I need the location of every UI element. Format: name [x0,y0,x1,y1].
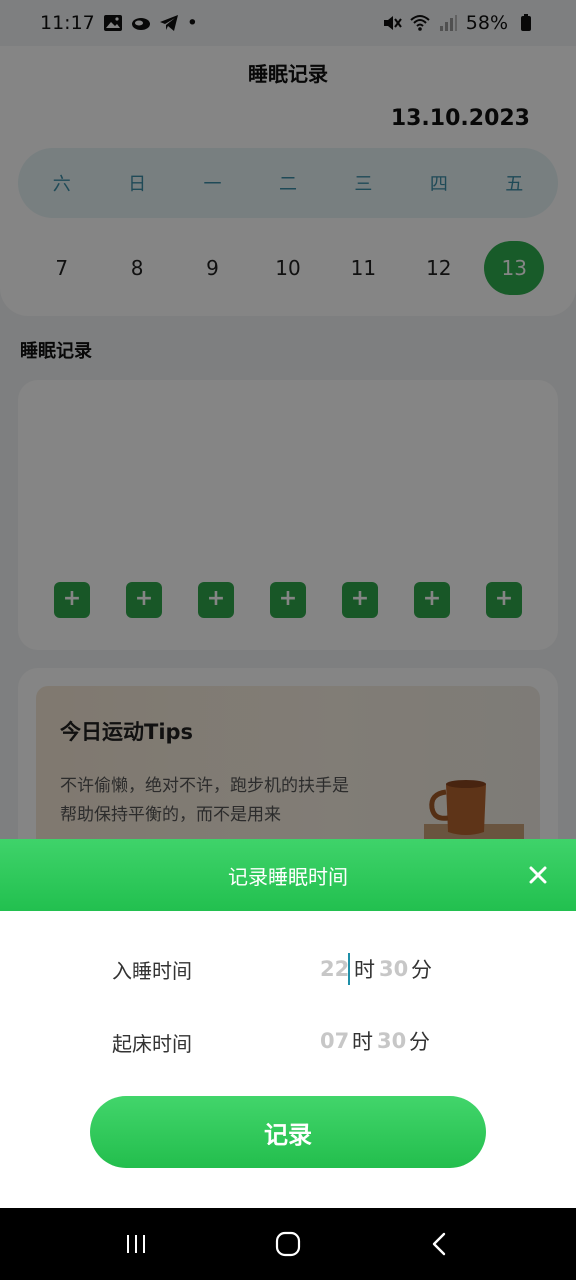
system-nav-bar [0,1208,576,1280]
sheet-header: 记录睡眠时间 [0,839,576,911]
wake-minute-input[interactable]: 30 [377,1029,406,1053]
home-icon[interactable] [266,1222,310,1266]
sleep-time-label: 入睡时间 [112,959,192,983]
minute-unit: 分 [411,958,432,982]
hour-unit: 时 [352,1030,373,1054]
recents-icon[interactable] [114,1222,158,1266]
wake-hour-input[interactable]: 07 [320,1029,349,1053]
wake-time-row: 起床时间 07 时 30 分 [0,1016,576,1066]
hour-unit: 时 [354,958,375,982]
sheet-title: 记录睡眠时间 [228,864,348,889]
sleep-time-picker: 22 时 30 分 [320,953,436,985]
wake-time-label: 起床时间 [112,1032,192,1056]
back-icon[interactable] [418,1222,462,1266]
wake-time-picker: 07 时 30 分 [320,1026,434,1056]
minute-unit: 分 [409,1030,430,1054]
record-sleep-sheet: 记录睡眠时间 入睡时间 22 时 30 分 起床时间 07 时 30 分 记录 [0,839,576,1208]
sleep-hour-input[interactable]: 22 [320,957,349,981]
sleep-minute-input[interactable]: 30 [379,957,408,981]
record-button[interactable]: 记录 [90,1096,486,1168]
close-icon[interactable] [522,859,554,891]
sleep-time-row: 入睡时间 22 时 30 分 [0,943,576,993]
